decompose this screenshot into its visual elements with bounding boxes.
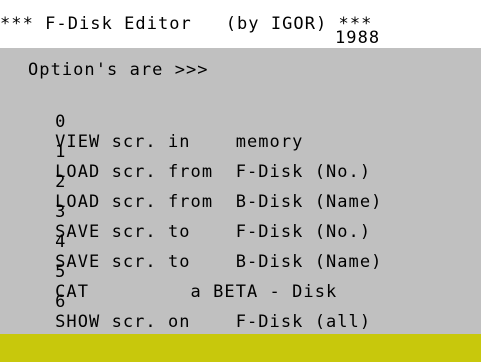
options-prompt: Option's are >>> bbox=[28, 60, 209, 80]
status-bar bbox=[0, 334, 481, 362]
menu-label: SHOW scr. on F-Disk (all) bbox=[55, 312, 372, 332]
spectrum-screen: *** F-Disk Editor (by IGOR) *** 1988 Opt… bbox=[0, 0, 481, 362]
app-year: 1988 bbox=[335, 28, 381, 48]
app-title: *** F-Disk Editor (by IGOR) *** bbox=[0, 14, 373, 34]
menu-key: 6 bbox=[55, 292, 67, 312]
